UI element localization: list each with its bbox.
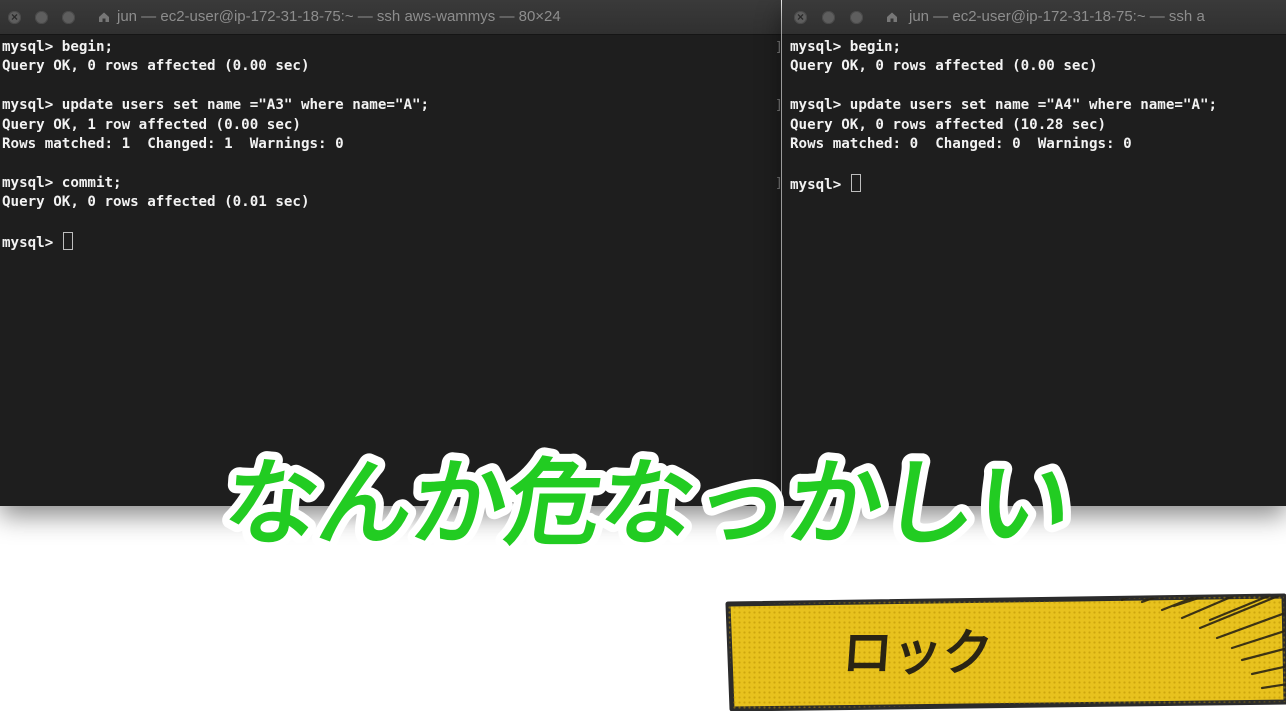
line-text: mysql> commit;	[2, 174, 122, 191]
lock-banner: ロック	[725, 593, 1286, 711]
line-text: mysql> update users set name ="A3" where…	[2, 97, 430, 114]
line-text: mysql> update users set name ="A4" where…	[790, 97, 1218, 114]
line-text: Query OK, 0 rows affected (10.28 sec)	[790, 116, 1107, 133]
command-line: mysql> commit;	[2, 174, 781, 193]
prompt-text: mysql>	[2, 234, 62, 251]
line-text: mysql> begin;	[2, 39, 114, 55]
line-text: mysql> begin;	[790, 39, 902, 55]
output-line: Query OK, 0 rows affected (10.28 sec)	[790, 116, 1286, 135]
terminal-output[interactable]: mysql> begin; Query OK, 0 rows affected (…	[0, 35, 781, 251]
split-divider: ] ] ]	[775, 40, 783, 191]
window-titlebar[interactable]: jun — ec2-user@ip-172-31-18-75:~ — ssh a	[782, 0, 1286, 35]
window-title: jun — ec2-user@ip-172-31-18-75:~ — ssh a…	[117, 8, 561, 25]
terminal-output[interactable]: mysql> begin; Query OK, 0 rows affected (…	[782, 35, 1286, 193]
line-text: Query OK, 0 rows affected (0.00 sec)	[2, 58, 310, 75]
line-text: Query OK, 0 rows affected (0.00 sec)	[790, 58, 1098, 75]
home-folder-icon	[887, 12, 897, 22]
minimize-icon[interactable]	[35, 11, 48, 24]
window-title: jun — ec2-user@ip-172-31-18-75:~ — ssh a	[909, 8, 1205, 25]
prompt-line[interactable]: mysql>	[2, 231, 781, 251]
prompt-text: mysql>	[790, 176, 850, 193]
prompt-line[interactable]: mysql>	[790, 173, 1286, 193]
text-cursor	[62, 231, 73, 250]
caption-text: なんか危なっかしい なんか危なっかしい	[209, 441, 1085, 558]
output-line: Query OK, 0 rows affected (0.00 sec)	[790, 57, 1286, 76]
close-icon[interactable]	[794, 9, 807, 25]
zoom-icon[interactable]	[62, 11, 75, 24]
caption-fill: なんか危なっかしい	[217, 449, 1078, 558]
line-text: Rows matched: 1 Changed: 1 Warnings: 0	[2, 135, 344, 152]
command-line: mysql> update users set name ="A3" where…	[2, 96, 781, 115]
output-line: Rows matched: 0 Changed: 0 Warnings: 0	[790, 135, 1286, 154]
close-icon[interactable]	[8, 9, 21, 25]
output-line: Query OK, 0 rows affected (0.00 sec)	[2, 57, 781, 76]
banner-label: ロック	[841, 624, 995, 682]
output-line: Query OK, 0 rows affected (0.01 sec)	[2, 193, 781, 212]
minimize-icon[interactable]	[822, 11, 835, 24]
window-titlebar[interactable]: jun — ec2-user@ip-172-31-18-75:~ — ssh a…	[0, 0, 781, 35]
command-line: mysql> update users set name ="A4" where…	[790, 96, 1286, 115]
zoom-icon[interactable]	[850, 11, 863, 24]
line-text: Query OK, 1 row affected (0.00 sec)	[2, 116, 301, 133]
line-text: Rows matched: 0 Changed: 0 Warnings: 0	[790, 135, 1132, 152]
command-line: mysql> begin;	[2, 38, 781, 57]
command-line: mysql> begin;	[790, 38, 1286, 57]
text-cursor	[850, 173, 861, 192]
output-line: Query OK, 1 row affected (0.00 sec)	[2, 116, 781, 135]
terminal-window-left[interactable]: jun — ec2-user@ip-172-31-18-75:~ — ssh a…	[0, 0, 781, 506]
output-line: Rows matched: 1 Changed: 1 Warnings: 0	[2, 135, 781, 154]
home-folder-icon	[99, 12, 109, 22]
terminal-window-right[interactable]: jun — ec2-user@ip-172-31-18-75:~ — ssh a…	[782, 0, 1286, 506]
line-text: Query OK, 0 rows affected (0.01 sec)	[2, 194, 310, 211]
